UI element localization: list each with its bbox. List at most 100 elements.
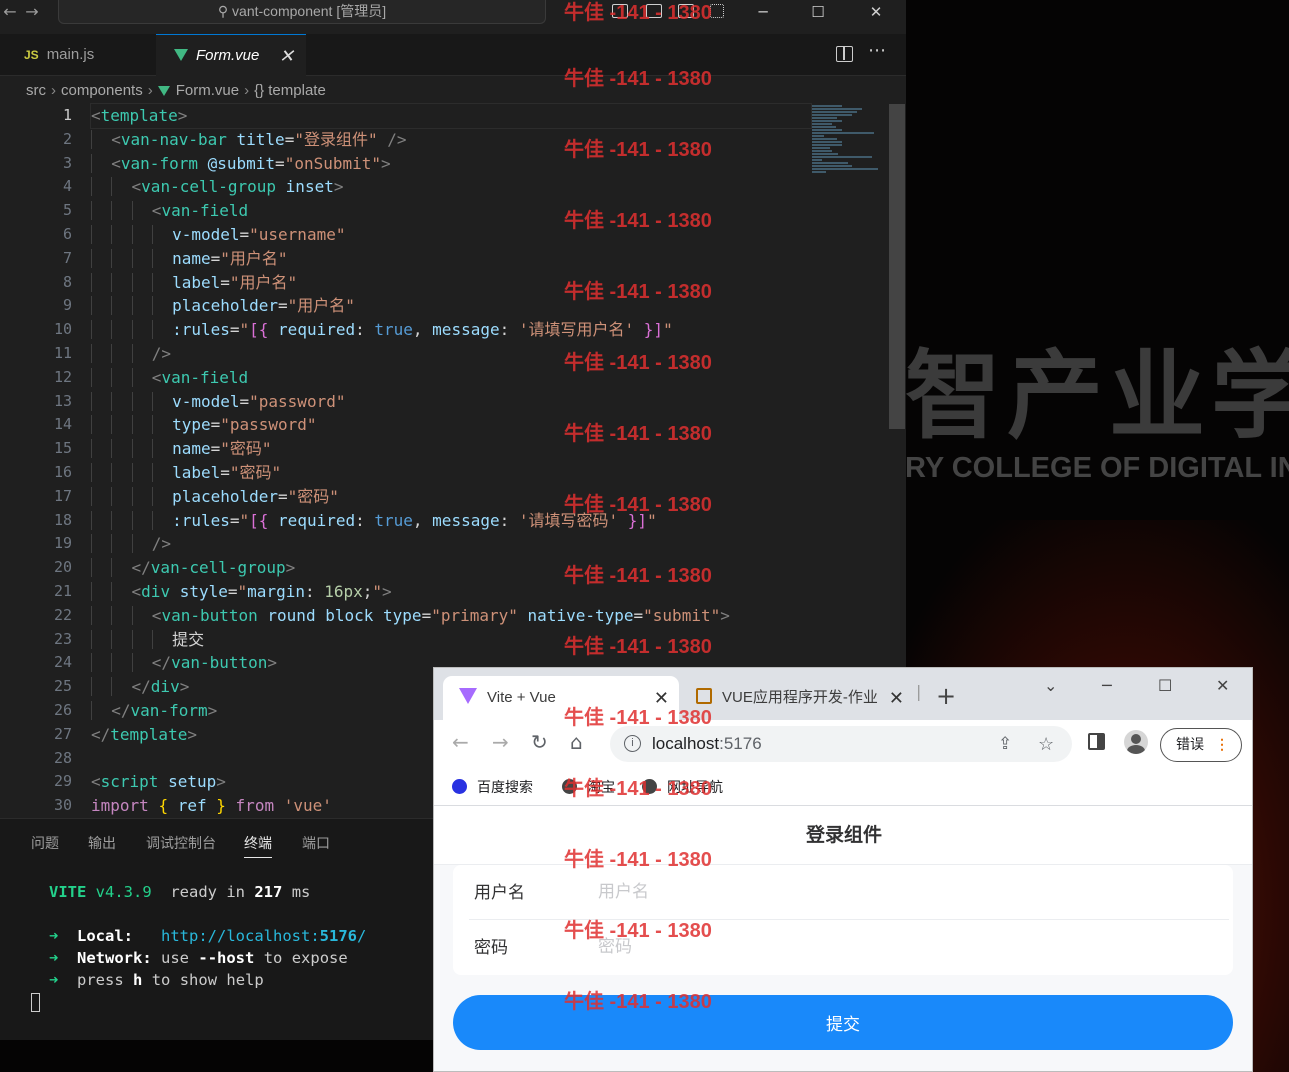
split-editor-icon[interactable] — [836, 46, 853, 62]
panel-tab-terminal[interactable]: 终端 — [244, 833, 272, 858]
code-line: placeholder="密码" — [91, 485, 811, 509]
panel-tab-ports[interactable]: 端口 — [302, 833, 330, 853]
error-button[interactable]: 错误 ⋮ — [1160, 728, 1242, 762]
code-line: label="密码" — [91, 461, 811, 485]
line-number: 18 — [53, 510, 72, 529]
code-token — [151, 296, 173, 316]
new-tab-icon[interactable]: + — [936, 682, 956, 710]
code-token — [131, 534, 152, 554]
toggle-sidebar-icon[interactable] — [612, 4, 628, 18]
line-number-gutter: 1 2 3 4 5 6 7 8 9 10 11 12 13 14 15 16 17 18 19 20 21 22 23 24 2… — [0, 104, 72, 818]
vue-file-icon — [174, 49, 188, 61]
code-line: /> — [91, 532, 811, 556]
code-token: v-model — [172, 391, 240, 411]
site-info-icon[interactable]: i — [624, 735, 641, 752]
forward-arrow-icon[interactable]: → — [22, 2, 42, 21]
bookmark-star-icon[interactable]: ☆ — [1038, 726, 1054, 762]
side-panel-icon[interactable] — [1088, 733, 1105, 750]
close-tab-icon[interactable]: ✕ — [654, 676, 669, 720]
vite-name: VITE — [49, 883, 87, 901]
back-arrow-icon[interactable]: ← — [452, 730, 469, 754]
breadcrumb-src[interactable]: src — [26, 82, 46, 99]
code-token: :rules — [172, 510, 230, 530]
forward-arrow-icon[interactable]: → — [492, 730, 509, 754]
code-line: <div style="margin: 16px;"> — [91, 580, 811, 604]
code-token — [111, 201, 132, 221]
close-window-icon[interactable]: ✕ — [861, 2, 891, 24]
breadcrumb-components[interactable]: components — [61, 82, 143, 99]
close-tab-icon[interactable]: ✕ — [884, 676, 904, 720]
close-tab-icon[interactable]: ✕ — [279, 35, 294, 77]
code-token — [91, 391, 112, 411]
maximize-icon[interactable]: ☐ — [803, 2, 833, 24]
command-center[interactable]: ⚲ vant-component [管理员] — [58, 0, 546, 24]
code-token — [131, 248, 152, 268]
tab-form-vue[interactable]: Form.vue ✕ — [156, 34, 306, 76]
code-token — [131, 224, 152, 244]
browser-tab-assignment[interactable]: VUE应用程序开发-作业 ✕ — [686, 676, 914, 720]
code-token: : — [304, 581, 325, 601]
browser-tab-vite[interactable]: Vite + Vue ✕ — [443, 676, 679, 720]
code-token: " — [237, 581, 248, 601]
code-line: /> — [91, 342, 811, 366]
code-token — [91, 320, 112, 340]
home-icon[interactable]: ⌂ — [570, 730, 583, 754]
close-window-icon[interactable]: ✕ — [1216, 676, 1229, 695]
bookmark-navigation[interactable]: 网址导航 — [642, 777, 723, 797]
tab-search-icon[interactable]: ⌄ — [1044, 676, 1057, 695]
code-token: [{ — [249, 320, 269, 340]
reload-icon[interactable]: ↻ — [531, 730, 548, 754]
password-field: 密码 — [453, 920, 1233, 975]
code-token — [131, 629, 152, 649]
code-token: > — [207, 700, 218, 720]
line-number: 13 — [53, 391, 72, 410]
maximize-icon[interactable]: ☐ — [1158, 676, 1172, 695]
tab-main-js[interactable]: JS main.js — [0, 34, 156, 76]
address-bar[interactable]: i localhost:5176 ⇪ ☆ — [610, 726, 1072, 762]
line-number: 5 — [62, 201, 72, 220]
chevron-right-icon: › — [147, 82, 153, 99]
line-number: 11 — [53, 343, 72, 362]
submit-button[interactable]: 提交 — [453, 995, 1233, 1050]
code-token: "用户名" — [220, 248, 288, 268]
panel-tab-output[interactable]: 输出 — [88, 833, 116, 853]
share-icon[interactable]: ⇪ — [998, 726, 1012, 762]
toggle-secondary-sidebar-icon[interactable] — [678, 4, 694, 18]
code-token: message — [432, 510, 500, 530]
code-token — [91, 629, 112, 649]
bookmark-taobao[interactable]: 淘宝 — [562, 777, 615, 797]
code-token — [91, 153, 112, 173]
password-input[interactable] — [598, 932, 1198, 962]
code-token — [91, 343, 112, 363]
username-input[interactable] — [598, 877, 1198, 907]
minimap[interactable] — [812, 104, 888, 184]
code-token: round — [267, 605, 316, 625]
back-arrow-icon[interactable]: ← — [0, 2, 20, 21]
code-token: van-field — [161, 367, 249, 387]
local-url[interactable]: http://localhost:5176/ — [161, 927, 366, 945]
code-token — [111, 629, 132, 649]
more-actions-icon[interactable]: ⋯ — [868, 40, 886, 61]
line-number: 26 — [53, 700, 72, 719]
editor-scrollbar[interactable] — [889, 104, 905, 429]
code-token — [151, 629, 173, 649]
menu-dots-icon: ⋮ — [1215, 736, 1229, 752]
panel-tab-problems[interactable]: 问题 — [31, 833, 59, 853]
customize-layout-icon[interactable] — [710, 4, 724, 18]
panel-tab-debug-console[interactable]: 调试控制台 — [146, 833, 216, 853]
code-token: = — [284, 129, 295, 149]
code-token: inset — [285, 177, 334, 197]
code-token — [151, 272, 173, 292]
minimize-icon[interactable]: ─ — [1102, 676, 1112, 695]
profile-avatar-icon[interactable] — [1124, 730, 1148, 754]
bookmark-baidu[interactable]: 百度搜索 — [452, 777, 533, 797]
breadcrumb-symbol[interactable]: {} template — [254, 82, 326, 99]
breadcrumb-file[interactable]: Form.vue — [176, 82, 239, 99]
toggle-panel-icon[interactable] — [646, 4, 662, 18]
code-line: 提交 — [91, 628, 811, 652]
desktop-banner-english: RY COLLEGE OF DIGITAL INT — [905, 452, 1289, 484]
minimize-icon[interactable]: ─ — [748, 2, 778, 24]
